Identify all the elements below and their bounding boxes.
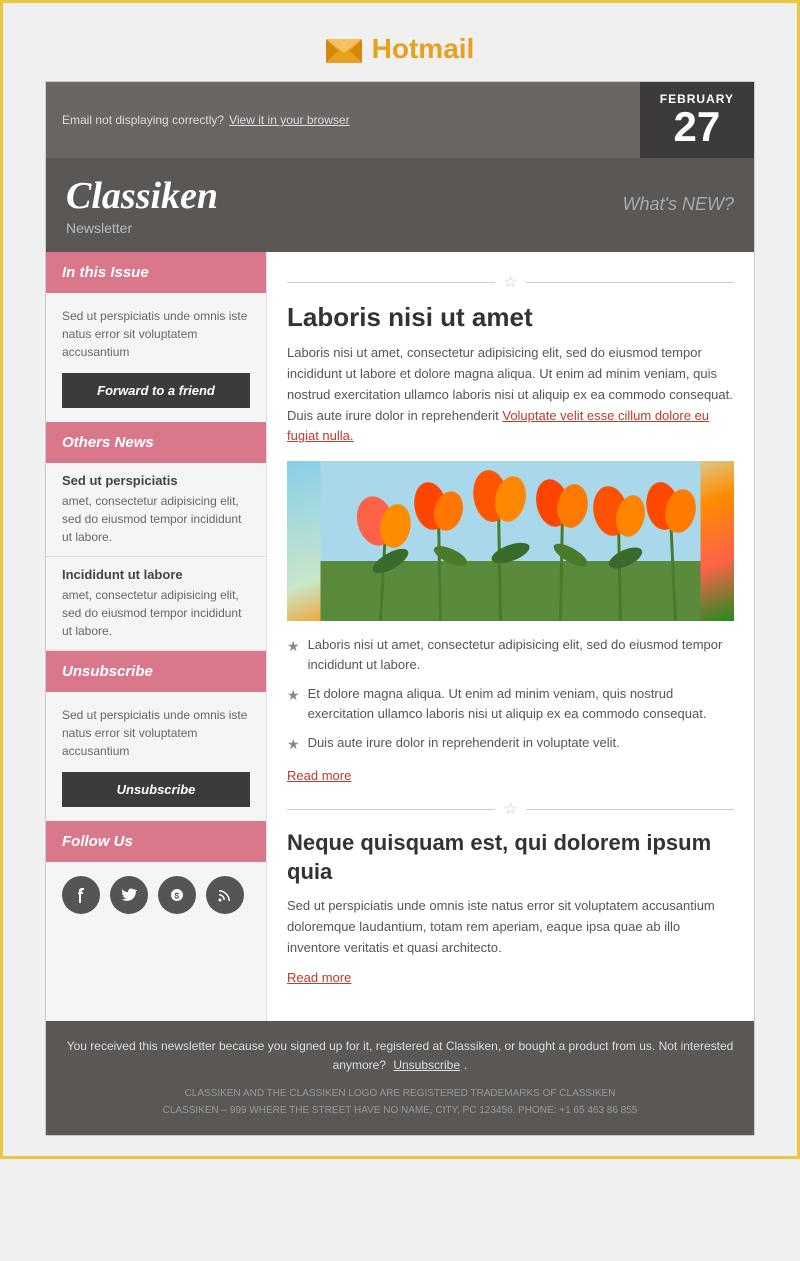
notice-text: Email not displaying correctly? [62,113,224,127]
footer-main-text: You received this newsletter because you… [66,1037,734,1075]
twitter-icon[interactable] [110,876,148,914]
footer-trademark1: CLASSIKEN AND THE CLASSIKEN LOGO ARE REG… [66,1085,734,1102]
news-item-2: Incididunt ut labore amet, consectetur a… [46,557,266,651]
hotmail-title: Hotmail [372,33,475,65]
article1-image [287,461,734,621]
hotmail-logo-icon [326,35,362,63]
top-bar-left: Email not displaying correctly? View it … [46,82,640,158]
sidebar-section-issue: In this Issue [46,252,266,293]
section-issue-label: In this Issue [62,264,149,281]
article1-bullet-list: ★ Laboris nisi ut amet, consectetur adip… [287,635,734,755]
email-container: Email not displaying correctly? View it … [45,81,755,1136]
section-issue-text: Sed ut perspiciatis unde omnis iste natu… [62,307,250,361]
follow-icons [46,862,266,928]
star-bullet-3-icon: ★ [287,734,300,755]
section-issue-content: Sed ut perspiciatis unde omnis iste natu… [46,293,266,422]
sidebar-section-others: Others News [46,422,266,463]
whats-new: What's NEW? [623,194,734,216]
divider2-line-left [287,809,495,810]
bullet1-text: Laboris nisi ut amet, consectetur adipis… [308,635,734,674]
brand-subtitle: Newsletter [66,220,218,236]
view-in-browser-link[interactable]: View it in your browser [229,113,350,127]
section-unsub-content: Sed ut perspiciatis unde omnis iste natu… [46,692,266,821]
section-unsub-text: Sed ut perspiciatis unde omnis iste natu… [62,706,250,760]
footer-unsubscribe-link[interactable]: Unsubscribe [393,1058,460,1072]
news-item-1-title: Sed ut perspiciatis [62,473,250,488]
article-area: ☆ Laboris nisi ut amet Laboris nisi ut a… [266,252,754,1021]
section-unsub-label: Unsubscribe [62,663,153,680]
tulip-svg [287,461,734,621]
top-bar: Email not displaying correctly? View it … [46,82,754,158]
main-content: In this Issue Sed ut perspiciatis unde o… [46,252,754,1021]
divider2-line-right [526,809,734,810]
footer: You received this newsletter because you… [46,1021,754,1135]
article2-read-more-link[interactable]: Read more [287,970,351,985]
unsubscribe-button[interactable]: Unsubscribe [62,772,250,807]
bullet3-text: Duis aute irure dolor in reprehenderit i… [308,733,620,753]
bullet-item-1: ★ Laboris nisi ut amet, consectetur adip… [287,635,734,674]
brand-name: Classiken [66,174,218,218]
article2-divider: ☆ [287,799,734,819]
news-item-2-text: amet, consectetur adipisicing elit, sed … [62,586,250,640]
brand-bar: Classiken Newsletter What's NEW? [46,158,754,252]
forward-to-friend-button[interactable]: Forward to a friend [62,373,250,408]
divider-line-left [287,282,495,283]
star-divider2-icon: ☆ [503,799,517,819]
star-bullet-2-icon: ★ [287,685,300,706]
hotmail-header: Hotmail [326,23,475,65]
facebook-icon[interactable] [62,876,100,914]
article1-body: Laboris nisi ut amet, consectetur adipis… [287,343,734,447]
divider-line-right [526,282,734,283]
article1-title: Laboris nisi ut amet [287,302,734,333]
sidebar-section-follow: Follow Us [46,821,266,862]
article2-title: Neque quisquam est, qui dolorem ipsum qu… [287,829,734,886]
article1-divider: ☆ [287,272,734,292]
section-others-label: Others News [62,434,154,451]
brand-info: Classiken Newsletter [66,174,218,236]
star-bullet-1-icon: ★ [287,636,300,657]
news-item-2-title: Incididunt ut labore [62,567,250,582]
bullet2-text: Et dolore magna aliqua. Ut enim ad minim… [308,684,734,723]
news-item-1-text: amet, consectetur adipisicing elit, sed … [62,492,250,546]
sidebar-section-unsub: Unsubscribe [46,651,266,692]
article2-body: Sed ut perspiciatis unde omnis iste natu… [287,896,734,958]
bullet-item-2: ★ Et dolore magna aliqua. Ut enim ad min… [287,684,734,723]
date-box: FEBRUARY 27 [640,82,754,158]
bullet-item-3: ★ Duis aute irure dolor in reprehenderit… [287,733,734,755]
rss-icon[interactable] [206,876,244,914]
date-day: 27 [674,106,721,148]
article1-read-more-link[interactable]: Read more [287,768,351,783]
sidebar: In this Issue Sed ut perspiciatis unde o… [46,252,266,1021]
news-item-1: Sed ut perspiciatis amet, consectetur ad… [46,463,266,557]
star-divider-icon: ☆ [503,272,517,292]
footer-trademark2: CLASSIKEN – 999 WHERE THE STREET HAVE NO… [66,1102,734,1119]
skype-icon[interactable] [158,876,196,914]
section-follow-label: Follow Us [62,833,133,850]
